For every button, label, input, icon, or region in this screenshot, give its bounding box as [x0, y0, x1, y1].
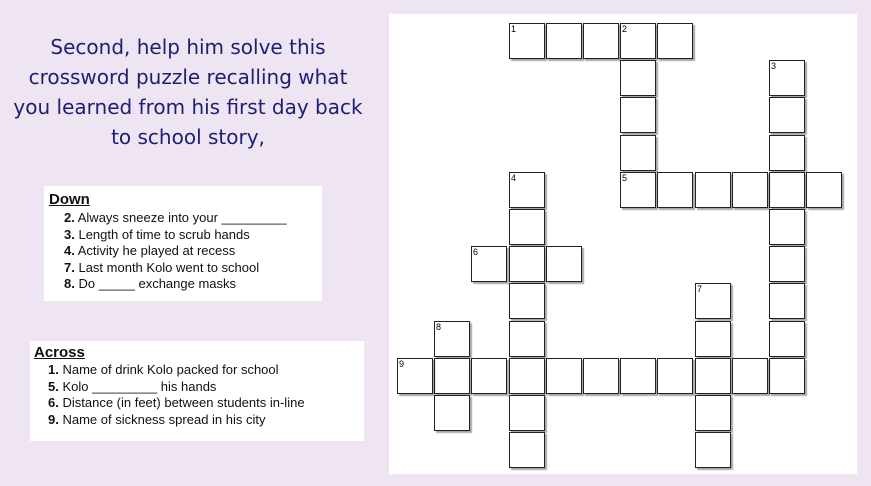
clue-text: Kolo _________ his hands	[62, 378, 217, 394]
crossword-cell[interactable]	[806, 172, 842, 208]
crossword-cell[interactable]	[657, 23, 693, 59]
cell-number: 3	[771, 61, 777, 71]
crossword-cell[interactable]	[434, 395, 470, 431]
crossword-cell[interactable]	[509, 246, 545, 282]
crossword-cell[interactable]: 6	[471, 246, 507, 282]
cell-number: 4	[511, 173, 517, 183]
across-clue: 6. Distance (in feet) between students i…	[48, 395, 305, 412]
crossword-cell[interactable]	[434, 358, 470, 394]
crossword-cell[interactable]	[509, 432, 545, 468]
across-clue: 5. Kolo _________ his hands	[48, 379, 305, 396]
crossword-cell[interactable]	[546, 23, 582, 59]
down-clues-panel: Down 2. Always sneeze into your ________…	[44, 186, 322, 301]
cell-number: 2	[622, 24, 628, 34]
crossword-cell[interactable]	[732, 172, 768, 208]
crossword-cell[interactable]	[769, 321, 805, 357]
crossword-cell[interactable]	[620, 358, 656, 394]
crossword-cell[interactable]: 8	[434, 321, 470, 357]
crossword-cell[interactable]	[509, 209, 545, 245]
clue-text: Activity he played at recess	[77, 243, 236, 258]
clue-text: Always sneeze into your _________	[77, 210, 287, 225]
crossword-cell[interactable]: 9	[397, 358, 433, 394]
crossword-cell[interactable]: 1	[509, 23, 545, 59]
down-clue: 8. Do _____ exchange masks	[64, 276, 287, 293]
down-clue: 2. Always sneeze into your _________	[64, 210, 287, 227]
crossword-cell[interactable]	[620, 97, 656, 133]
clue-text: Name of drink Kolo packed for school	[62, 362, 279, 377]
crossword-cell[interactable]	[732, 358, 768, 394]
across-heading: Across	[34, 344, 85, 361]
clue-number: 6.	[48, 395, 59, 410]
instruction-text: Second, help him solve this crossword pu…	[13, 35, 363, 149]
crossword-cell[interactable]	[769, 209, 805, 245]
crossword-cell[interactable]	[620, 135, 656, 171]
crossword-cell[interactable]	[509, 358, 545, 394]
crossword-cell[interactable]	[657, 358, 693, 394]
crossword-cell[interactable]	[769, 283, 805, 319]
clue-text: Last month Kolo went to school	[78, 259, 260, 275]
cell-number: 9	[399, 359, 405, 369]
crossword-cell[interactable]	[769, 172, 805, 208]
clue-number: 5.	[48, 378, 59, 394]
crossword-cell[interactable]	[695, 358, 731, 394]
crossword-cell[interactable]	[509, 283, 545, 319]
crossword-cell[interactable]	[657, 172, 693, 208]
crossword-cell[interactable]	[583, 23, 619, 59]
crossword-cell[interactable]	[695, 432, 731, 468]
crossword-cell[interactable]	[620, 60, 656, 96]
crossword-cell[interactable]	[695, 172, 731, 208]
crossword-cell[interactable]	[769, 135, 805, 171]
across-clues-panel: Across 1. Name of drink Kolo packed for …	[30, 341, 364, 441]
crossword-cell[interactable]	[695, 395, 731, 431]
down-heading: Down	[49, 191, 90, 208]
clue-text: Name of sickness spread in his city	[62, 411, 266, 427]
crossword-cell[interactable]	[509, 395, 545, 431]
crossword-cell[interactable]: 4	[509, 172, 545, 208]
clue-text: Distance (in feet) between students in-l…	[62, 395, 305, 410]
crossword-cell[interactable]: 2	[620, 23, 656, 59]
clue-number: 7.	[64, 259, 75, 275]
across-clue-list: 1. Name of drink Kolo packed for school …	[48, 362, 305, 428]
crossword-cell[interactable]	[769, 358, 805, 394]
clue-number: 1.	[48, 362, 59, 377]
crossword-cell[interactable]: 5	[620, 172, 656, 208]
clue-number: 4.	[64, 243, 75, 258]
crossword-grid: 1 2 5 3 4 6 7 8 9	[389, 14, 857, 474]
crossword-cell[interactable]	[546, 246, 582, 282]
across-clue: 1. Name of drink Kolo packed for school	[48, 362, 305, 379]
clue-number: 9.	[48, 411, 59, 427]
crossword-cell[interactable]	[695, 321, 731, 357]
crossword-cell[interactable]	[546, 358, 582, 394]
crossword-cell[interactable]	[769, 246, 805, 282]
down-clue: 3. Length of time to scrub hands	[64, 227, 287, 244]
crossword-cell[interactable]	[583, 358, 619, 394]
crossword-cell[interactable]	[509, 321, 545, 357]
crossword-cell[interactable]	[471, 358, 507, 394]
crossword-cell[interactable]: 3	[769, 60, 805, 96]
down-clue: 7. Last month Kolo went to school	[64, 260, 287, 277]
crossword-cell[interactable]	[769, 97, 805, 133]
clue-number: 2.	[64, 210, 75, 225]
across-clue: 9. Name of sickness spread in his city	[48, 412, 305, 429]
clue-number: 8.	[64, 276, 75, 291]
clue-text: Do _____ exchange masks	[78, 276, 237, 291]
down-clue-list: 2. Always sneeze into your _________ 3. …	[64, 210, 287, 293]
cell-number: 7	[697, 284, 703, 294]
down-clue: 4. Activity he played at recess	[64, 243, 287, 260]
cell-number: 6	[473, 247, 479, 257]
cell-number: 8	[436, 322, 442, 332]
clue-number: 3.	[64, 226, 75, 242]
clue-text: Length of time to scrub hands	[78, 226, 250, 242]
crossword-cell[interactable]: 7	[695, 283, 731, 319]
cell-number: 1	[511, 24, 517, 34]
cell-number: 5	[622, 173, 628, 183]
